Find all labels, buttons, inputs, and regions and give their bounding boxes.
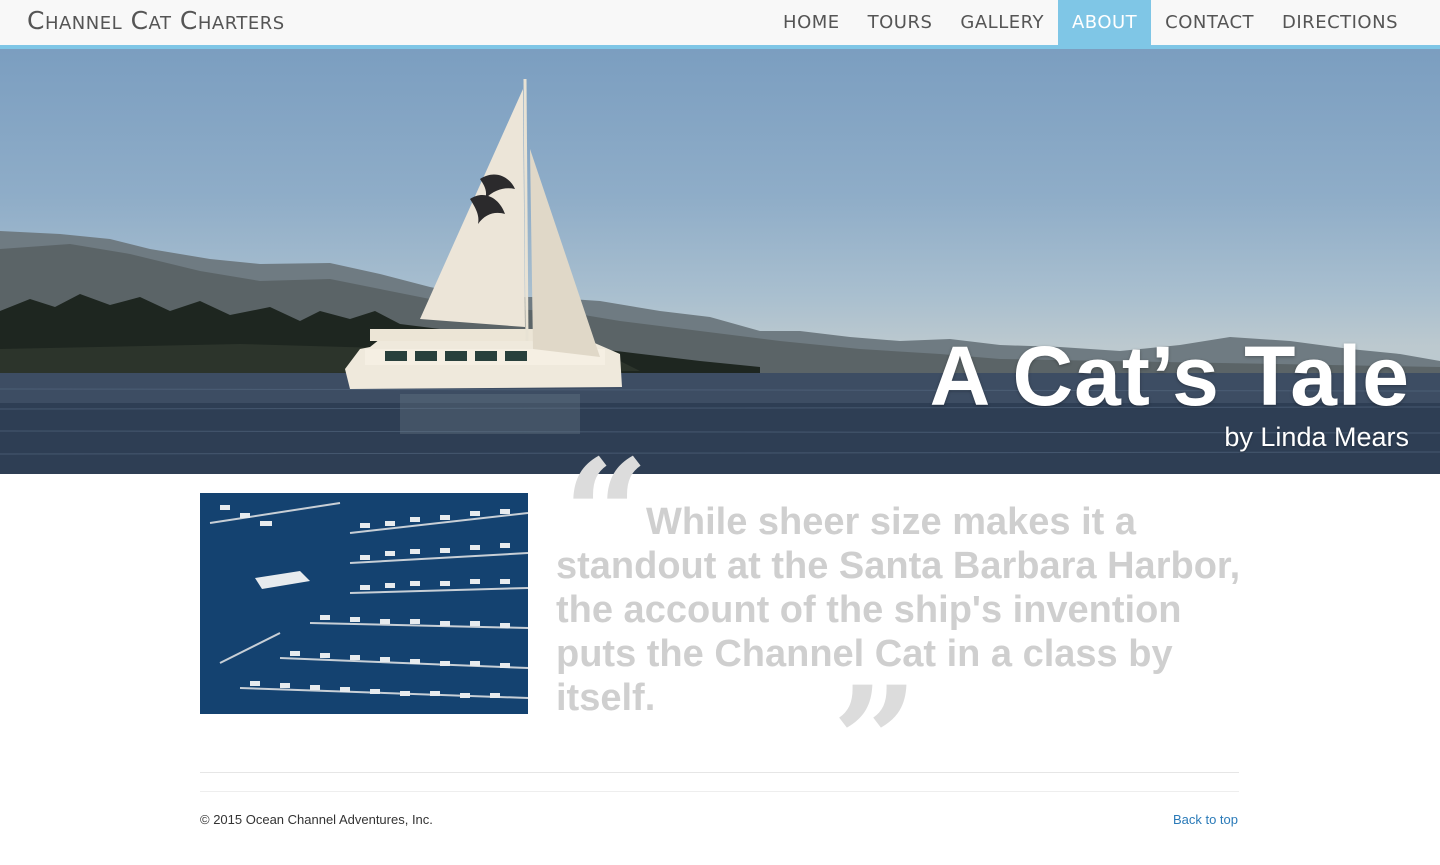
main-nav: HOME TOURS GALLERY ABOUT CONTACT DIRECTI…	[769, 0, 1412, 45]
nav-item-home[interactable]: HOME	[769, 0, 854, 45]
close-quote-mark: ”	[832, 654, 919, 830]
hero-banner: A Cat’s Tale by Linda Mears	[0, 49, 1440, 474]
harbor-photo-image	[200, 493, 528, 714]
content-divider	[200, 772, 1239, 773]
footer-divider	[200, 791, 1239, 792]
hero-title: A Cat’s Tale	[929, 329, 1410, 423]
nav-item-directions[interactable]: DIRECTIONS	[1268, 0, 1412, 45]
hero-byline: by Linda Mears	[1224, 422, 1409, 452]
nav-item-tours[interactable]: TOURS	[854, 0, 947, 45]
navbar: Channel Cat Charters HOME TOURS GALLERY …	[0, 0, 1440, 49]
brand-logo[interactable]: Channel Cat Charters	[27, 6, 285, 36]
harbor-aerial-photo	[200, 493, 528, 714]
nav-item-about[interactable]: ABOUT	[1057, 0, 1152, 45]
nav-item-contact[interactable]: CONTACT	[1151, 0, 1268, 45]
back-to-top-link[interactable]: Back to top	[1173, 812, 1238, 827]
footer-copyright: © 2015 Ocean Channel Adventures, Inc.	[200, 812, 433, 827]
nav-item-gallery[interactable]: GALLERY	[946, 0, 1058, 45]
